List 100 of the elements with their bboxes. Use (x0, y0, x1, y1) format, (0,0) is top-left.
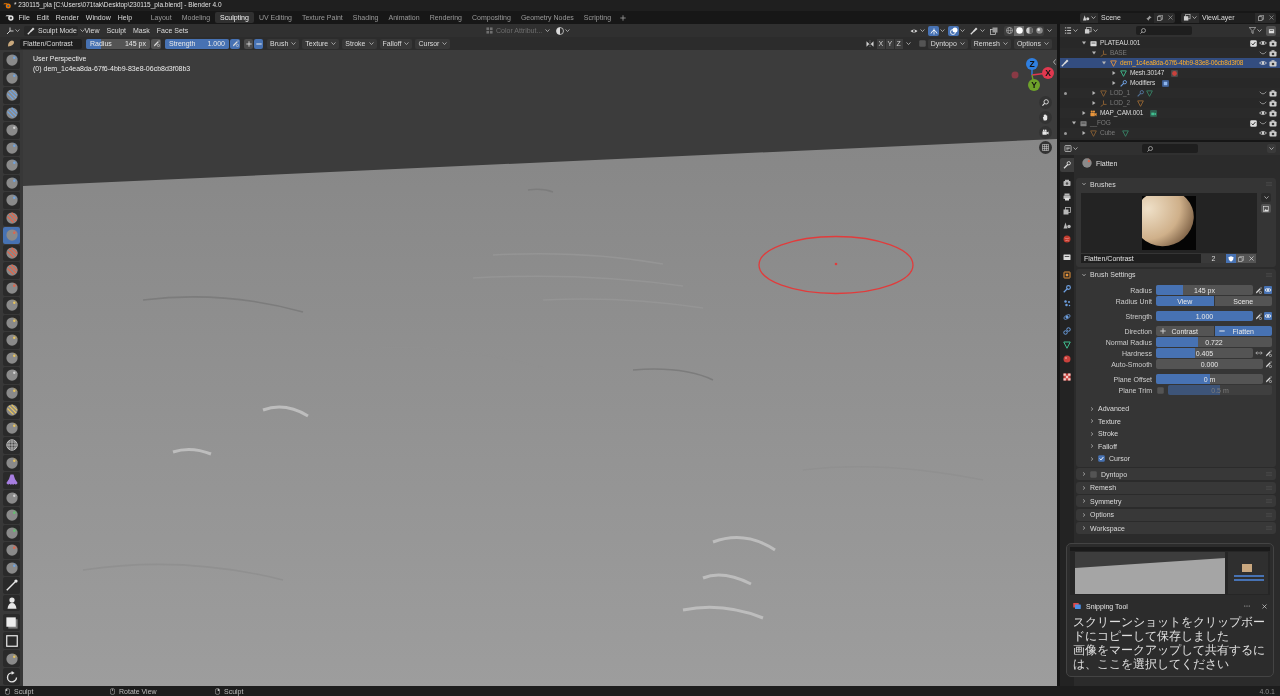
caret-icon[interactable] (1047, 29, 1052, 32)
closed-eye-icon[interactable] (1259, 120, 1267, 126)
tool-button[interactable] (3, 577, 20, 594)
tool-button[interactable] (3, 419, 20, 436)
tool-button[interactable] (3, 402, 20, 419)
chevron-right-icon[interactable] (1090, 444, 1094, 449)
chevron-right-icon[interactable] (1090, 456, 1094, 461)
pressure-toggle-button[interactable] (230, 38, 240, 49)
checkbox[interactable] (1098, 455, 1105, 463)
search-field[interactable] (1142, 144, 1198, 153)
triangle-right-icon[interactable] (1092, 91, 1096, 95)
triangle-right-icon[interactable] (1112, 71, 1116, 75)
unlink-button[interactable] (1165, 12, 1175, 23)
preview-area[interactable] (1081, 193, 1257, 253)
tool-button[interactable] (3, 594, 20, 611)
tool-button[interactable] (3, 454, 20, 471)
editor-type-button[interactable] (1064, 25, 1078, 36)
toggle-button[interactable] (988, 25, 999, 36)
checkbox[interactable] (1090, 470, 1097, 478)
editor-type-button[interactable] (1064, 143, 1078, 154)
eye-icon[interactable] (1259, 60, 1267, 66)
camera-icon[interactable] (1269, 39, 1277, 47)
chevron-right-icon[interactable] (1082, 472, 1086, 476)
eye-icon[interactable] (1259, 110, 1267, 116)
display-mode-button[interactable] (1084, 25, 1098, 36)
camera-icon[interactable] (1269, 89, 1277, 97)
chevron-right-icon[interactable] (1090, 406, 1094, 411)
shading-options-button[interactable] (556, 25, 571, 36)
toggle-button[interactable] (948, 25, 959, 36)
triangle-right-icon[interactable] (1092, 101, 1096, 105)
double-arrow-icon[interactable] (1255, 351, 1263, 355)
browse-button[interactable] (1080, 12, 1098, 23)
chevron-down-icon[interactable] (1082, 182, 1086, 186)
tool-button[interactable] (3, 650, 20, 667)
shading-mode-button[interactable] (1014, 25, 1024, 36)
plus-icon[interactable] (620, 14, 627, 21)
duplicate-button[interactable] (1154, 12, 1165, 23)
tool-button[interactable] (3, 349, 20, 366)
tool-button[interactable] (3, 367, 20, 384)
unlink-button[interactable] (1266, 12, 1276, 23)
triangle-down-icon[interactable] (1092, 51, 1096, 55)
tool-button[interactable] (3, 437, 20, 454)
closed-eye-icon[interactable] (1259, 50, 1267, 56)
search-field[interactable] (1136, 26, 1192, 35)
tool-button[interactable] (3, 332, 20, 349)
chevron-left-icon[interactable] (1053, 59, 1056, 65)
browse-button[interactable] (1181, 12, 1199, 23)
pen-pressure-icon[interactable] (1265, 375, 1272, 383)
eye-icon[interactable] (1259, 40, 1267, 46)
dot-icon[interactable] (1063, 131, 1067, 135)
camera-view-button[interactable] (1039, 126, 1052, 139)
triangle-right-icon[interactable] (1112, 81, 1116, 85)
caret-icon[interactable] (940, 29, 945, 32)
tool-button[interactable] (3, 87, 20, 104)
checkbox[interactable] (1250, 39, 1257, 47)
pan-button[interactable] (1039, 111, 1052, 124)
chevron-right-icon[interactable] (1090, 431, 1094, 436)
shading-mode-button[interactable] (1024, 25, 1034, 36)
pen-pressure-icon[interactable] (1265, 360, 1272, 368)
fake-user-button[interactable] (1226, 254, 1236, 263)
tool-button[interactable] (3, 314, 20, 331)
camera-icon[interactable] (1269, 99, 1277, 107)
tool-button[interactable] (3, 122, 20, 139)
caret-icon[interactable] (980, 29, 985, 32)
tool-button[interactable] (3, 384, 20, 401)
pen-pressure-icon[interactable] (1255, 286, 1262, 294)
caret-icon[interactable] (920, 29, 925, 32)
blender-logo-icon[interactable] (5, 14, 14, 21)
triangle-down-icon[interactable] (1082, 41, 1086, 45)
expand-button[interactable] (1261, 193, 1271, 202)
camera-icon[interactable] (1269, 129, 1277, 137)
filter-button[interactable] (1249, 25, 1262, 36)
negative-axis-dot[interactable] (1011, 71, 1019, 79)
direction-button[interactable] (254, 38, 263, 49)
eye-icon[interactable] (1259, 130, 1267, 136)
tool-button[interactable] (3, 104, 20, 121)
toggle-button[interactable] (928, 25, 939, 36)
chevron-right-icon[interactable] (1082, 485, 1086, 490)
camera-icon[interactable] (1269, 109, 1277, 117)
chevron-right-icon[interactable] (1082, 512, 1086, 517)
closed-eye-icon[interactable] (1259, 90, 1267, 96)
closed-eye-icon[interactable] (1259, 100, 1267, 106)
tool-button[interactable] (3, 632, 20, 649)
shading-mode-button[interactable] (1034, 25, 1044, 36)
editor-type-button[interactable] (6, 25, 20, 36)
preview-image-button[interactable] (1261, 204, 1271, 213)
options-dropdown[interactable] (1267, 144, 1276, 153)
tool-button[interactable] (3, 668, 20, 685)
tool-button[interactable] (3, 614, 20, 631)
close-icon[interactable] (1262, 603, 1267, 609)
direction-button[interactable] (244, 38, 253, 49)
checkbox[interactable] (918, 40, 926, 47)
triangle-right-icon[interactable] (1082, 111, 1086, 115)
triangle-right-icon[interactable] (1082, 131, 1086, 135)
toggle-button[interactable] (968, 25, 979, 36)
triangle-down-icon[interactable] (1072, 121, 1076, 125)
dot-icon[interactable] (1063, 91, 1067, 95)
link-icon[interactable] (1264, 312, 1272, 320)
zoom-button[interactable] (1039, 96, 1052, 109)
camera-icon[interactable] (1269, 49, 1277, 57)
